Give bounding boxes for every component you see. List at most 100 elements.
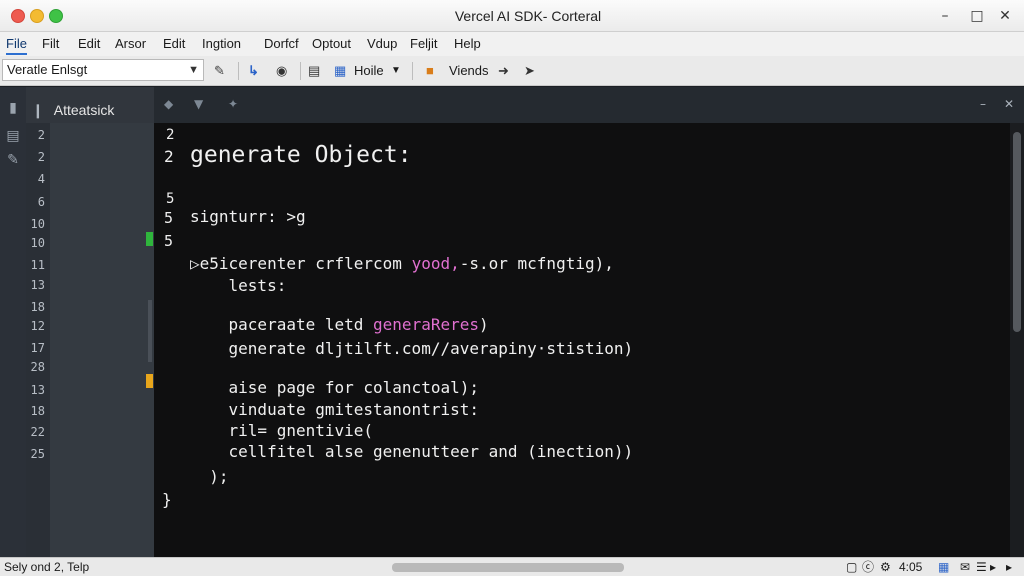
run-arrow-icon[interactable]: ➜ (498, 61, 509, 81)
minimize-icon[interactable]: – (934, 6, 956, 26)
editor-line-number: 2 (166, 127, 175, 143)
toolbar-divider (300, 62, 301, 80)
configuration-select[interactable]: Veratle Enlsgt ▼ (2, 59, 204, 81)
line-number: 13 (30, 383, 45, 397)
document-icon[interactable]: ▤ (308, 61, 320, 81)
arrow-icon[interactable]: ▸ (990, 560, 996, 575)
line-number: 2 (37, 128, 45, 142)
chevron-down-icon[interactable]: ▼ (194, 97, 203, 111)
line-number: 18 (30, 404, 45, 418)
line-number: 17 (30, 341, 45, 355)
toolbar-divider (412, 62, 413, 80)
window-title: Vercel AI SDK- Corteral (454, 8, 602, 24)
menu-icon[interactable]: ☰ (976, 560, 987, 575)
menu-edit[interactable]: Edit (78, 35, 100, 53)
info-icon[interactable]: ⓒ (862, 560, 874, 575)
editor-line-number: 5 (164, 209, 174, 227)
code-token: paceraate letd (190, 315, 374, 334)
menu-file[interactable]: File (6, 35, 27, 55)
line-number: 10 (30, 217, 45, 231)
code-token: ) (479, 315, 489, 334)
view-dropdown[interactable]: Hoile (354, 61, 384, 81)
code-token: ▷e5icerenter crflercom (190, 254, 412, 273)
panel-header: ❙ Atteatsick (26, 87, 154, 123)
chevron-down-icon: ▼ (188, 64, 199, 76)
code-line[interactable]: lests: (190, 276, 287, 295)
toolbar: Veratle Enlsgt ▼ ✎ ↳ ◉ ▤ ▦ Hoile ▼ ■ Vie… (0, 56, 1024, 86)
branch-icon[interactable]: ↳ (248, 61, 259, 81)
code-line[interactable]: ); (190, 467, 228, 486)
checkbox-icon[interactable]: ▢ (846, 560, 857, 575)
pen-icon[interactable]: ✎ (214, 61, 225, 81)
close-icon[interactable]: ✕ (994, 6, 1016, 26)
pin-icon[interactable]: ➤ (524, 61, 535, 81)
line-number: 10 (30, 236, 45, 250)
search-icon[interactable]: ▤ (4, 127, 22, 145)
menu-ingtion[interactable]: Ingtion (202, 35, 241, 53)
added-line-marker (146, 232, 153, 246)
title-bar: Vercel AI SDK- Corteral – □ ✕ (0, 0, 1024, 32)
menu-dorfcf[interactable]: Dorfcf (264, 35, 299, 53)
extensions-icon[interactable]: ■ (426, 61, 434, 81)
pin-icon[interactable]: ✦ (228, 97, 238, 111)
friends-button[interactable]: Viends (449, 61, 489, 81)
settings-icon[interactable]: ⚙ (880, 560, 891, 575)
line-number: 6 (37, 195, 45, 209)
configuration-select-value: Veratle Enlsgt (7, 62, 88, 77)
menu-edit-2[interactable]: Edit (163, 35, 185, 53)
activity-bar: ▮ ▤ ✎ (0, 87, 26, 557)
code-line[interactable]: generate dljtilft.com//averapiny·stistio… (190, 339, 634, 358)
code-line[interactable]: aise page for colanctoal); (190, 378, 479, 397)
vertical-scrollbar-thumb[interactable] (1013, 132, 1021, 332)
code-line[interactable]: paceraate letd generaReres) (190, 315, 489, 334)
code-token-highlight: yood, (411, 254, 460, 273)
editor-line-number: 5 (164, 232, 174, 250)
line-number: 13 (30, 278, 45, 292)
pin-icon[interactable]: ❙ (32, 102, 44, 118)
code-token-highlight: generaReres (373, 315, 479, 334)
horizontal-scrollbar-thumb[interactable] (392, 563, 624, 572)
editor-line-number: 5 (166, 191, 175, 207)
menu-arsor[interactable]: Arsor (115, 35, 146, 53)
debug-icon[interactable]: ◉ (276, 61, 287, 81)
more-icon[interactable]: ▸ (1006, 560, 1012, 575)
side-gutter (50, 87, 154, 557)
code-token: -s.or mcfngtig), (459, 254, 614, 273)
line-number: 12 (30, 319, 45, 333)
line-number: 25 (30, 447, 45, 461)
code-line[interactable]: } (162, 490, 172, 509)
code-line[interactable]: vinduate gmitestanontrist: (190, 400, 479, 419)
tools-icon[interactable]: ✎ (4, 151, 22, 169)
explorer-icon[interactable]: ▮ (4, 99, 22, 117)
fold-marker (148, 300, 152, 362)
line-number: 28 (30, 360, 45, 374)
line-number: 2 (37, 150, 45, 164)
layout-icon[interactable]: ▦ (938, 560, 949, 575)
code-line[interactable]: cellfitel alse genenutteer and (inection… (190, 442, 634, 461)
menu-vdup[interactable]: Vdup (367, 35, 397, 53)
menu-feljit[interactable]: Feljit (410, 35, 437, 53)
menu-help[interactable]: Help (454, 35, 481, 53)
status-bar: Sely ond 2, Telp ▢ ⓒ ⚙ 4:05 ▦ ✉ ☰ ▸ ▸ (0, 557, 1024, 576)
minus-icon[interactable]: – (980, 97, 986, 111)
diamond-icon[interactable]: ◆ (164, 97, 173, 111)
menu-filt[interactable]: Filt (42, 35, 59, 53)
code-line[interactable]: signturr: >g (190, 207, 306, 226)
modified-line-marker (146, 374, 153, 388)
line-number: 18 (30, 300, 45, 314)
maximize-icon[interactable]: □ (966, 6, 988, 26)
code-line[interactable]: ▷e5icerenter crflercom yood,-s.or mcfngt… (190, 254, 614, 273)
view-icon[interactable]: ▦ (334, 61, 346, 81)
editor-line-number: 2 (164, 147, 174, 166)
cursor-position[interactable]: 4:05 (899, 560, 922, 575)
close-panel-icon[interactable]: ✕ (1004, 97, 1014, 111)
chevron-down-icon[interactable]: ▼ (391, 61, 401, 81)
line-number: 11 (30, 258, 45, 272)
status-left-text: Sely ond 2, Telp (4, 560, 90, 574)
code-line[interactable]: ril= gnentivie( (190, 421, 374, 440)
editor-header: ◆ ▼ ✦ – ✕ (154, 87, 1024, 123)
toolbar-divider (238, 62, 239, 80)
menu-optout[interactable]: Optout (312, 35, 351, 53)
code-line[interactable]: generate Object: (190, 142, 412, 168)
bell-icon[interactable]: ✉ (960, 560, 970, 575)
